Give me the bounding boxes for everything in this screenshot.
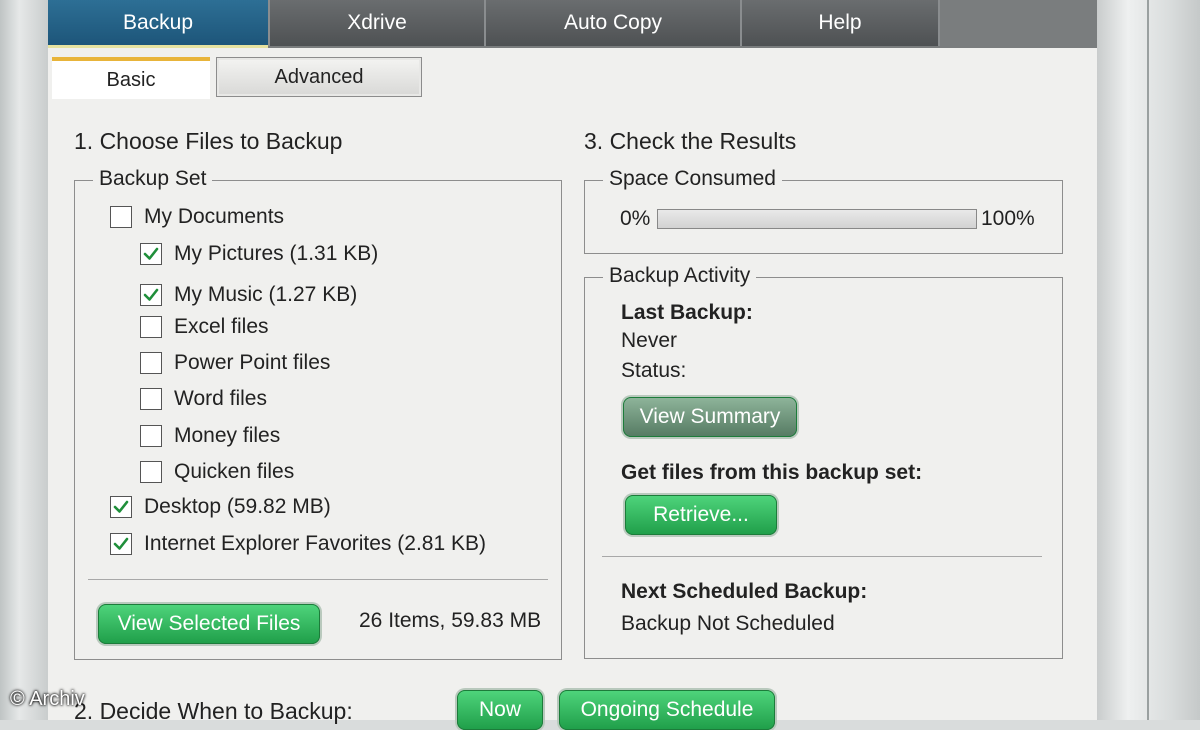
checkbox[interactable] — [110, 533, 132, 555]
get-files-title: Get files from this backup set: — [621, 461, 923, 484]
window-frame-right — [1097, 0, 1200, 720]
backup-item-row[interactable]: My Documents — [110, 203, 284, 231]
checkbox[interactable] — [140, 316, 162, 338]
ongoing-schedule-button[interactable]: Ongoing Schedule — [559, 690, 775, 730]
next-scheduled-title: Next Scheduled Backup: — [621, 580, 868, 603]
backup-item-label: Quicken files — [174, 460, 295, 483]
backup-item-row[interactable]: Internet Explorer Favorites (2.81 KB) — [110, 530, 486, 558]
status-label: Status: — [621, 359, 687, 382]
tab-backup-label: Backup — [122, 11, 194, 34]
activity-divider — [602, 556, 1042, 557]
window-frame-left — [0, 0, 48, 720]
subtab-basic[interactable]: Basic — [52, 57, 210, 99]
view-summary-button[interactable]: View Summary — [623, 397, 797, 437]
decide-when-heading: 2. Decide When to Backup: — [74, 698, 353, 724]
tab-help[interactable]: Help — [742, 0, 940, 46]
space-consumed-progress-bar — [657, 209, 977, 229]
progress-min-label: 0% — [620, 207, 651, 230]
backup-item-row[interactable]: Money files — [140, 422, 280, 450]
backup-item-row[interactable]: Desktop (59.82 MB) — [110, 493, 331, 521]
backup-item-row[interactable]: Power Point files — [140, 349, 330, 377]
top-tab-bar: Backup Xdrive Auto Copy Help — [48, 0, 1097, 48]
backup-item-label: Excel files — [174, 315, 269, 338]
tab-backup[interactable]: Backup — [48, 0, 270, 48]
subtab-advanced[interactable]: Advanced — [216, 57, 422, 97]
copyright-watermark: © Archiv — [10, 688, 85, 710]
backup-activity-legend: Backup Activity — [603, 264, 757, 288]
checkmark-icon — [143, 288, 159, 301]
checkbox[interactable] — [140, 425, 162, 447]
backup-item-row[interactable]: My Pictures (1.31 KB) — [140, 240, 378, 268]
checkmark-icon — [143, 247, 159, 260]
checkbox[interactable] — [110, 206, 132, 228]
checkbox[interactable] — [140, 388, 162, 410]
subtab-basic-label: Basic — [106, 69, 156, 91]
backup-item-label: Internet Explorer Favorites (2.81 KB) — [144, 532, 486, 555]
check-results-heading: 3. Check the Results — [584, 128, 797, 154]
retrieve-label: Retrieve... — [653, 503, 749, 526]
next-scheduled-value: Backup Not Scheduled — [621, 612, 835, 635]
retrieve-button[interactable]: Retrieve... — [625, 495, 777, 535]
ongoing-schedule-label: Ongoing Schedule — [580, 698, 754, 721]
choose-files-heading: 1. Choose Files to Backup — [74, 128, 343, 154]
backup-item-label: My Pictures (1.31 KB) — [174, 242, 379, 265]
backup-set-legend: Backup Set — [93, 167, 213, 191]
subtab-advanced-label: Advanced — [274, 66, 364, 88]
checkmark-icon — [113, 500, 129, 513]
space-consumed-legend: Space Consumed — [603, 167, 782, 191]
tab-xdrive-label: Xdrive — [347, 11, 407, 34]
checkbox[interactable] — [140, 352, 162, 374]
checkbox[interactable] — [140, 461, 162, 483]
backup-item-row[interactable]: Word files — [140, 385, 267, 413]
backup-set-divider — [88, 579, 548, 580]
tab-auto-copy-label: Auto Copy — [563, 11, 663, 34]
view-selected-files-label: View Selected Files — [117, 612, 301, 635]
backup-now-button[interactable]: Now — [457, 690, 543, 730]
selection-summary: 26 Items, 59.83 MB — [359, 609, 542, 632]
checkbox[interactable] — [110, 496, 132, 518]
progress-max-label: 100% — [981, 207, 1035, 230]
tab-help-label: Help — [818, 11, 862, 34]
backup-item-label: Word files — [174, 387, 267, 410]
backup-now-label: Now — [478, 698, 521, 721]
backup-item-row[interactable]: Excel files — [140, 313, 269, 341]
backup-item-row[interactable]: Quicken files — [140, 458, 294, 486]
backup-item-label: My Documents — [144, 205, 285, 228]
backup-item-label: Desktop (59.82 MB) — [144, 495, 331, 518]
last-backup-value: Never — [621, 329, 678, 352]
view-selected-files-button[interactable]: View Selected Files — [98, 604, 320, 644]
checkbox[interactable] — [140, 284, 162, 306]
tab-xdrive[interactable]: Xdrive — [270, 0, 486, 46]
last-backup-title: Last Backup: — [621, 301, 753, 324]
backup-item-label: Money files — [174, 424, 281, 447]
backup-item-row[interactable]: My Music (1.27 KB) — [140, 281, 357, 309]
backup-item-label: My Music (1.27 KB) — [174, 283, 358, 306]
tab-auto-copy[interactable]: Auto Copy — [486, 0, 742, 46]
backup-item-label: Power Point files — [174, 351, 331, 374]
checkbox[interactable] — [140, 243, 162, 265]
view-summary-label: View Summary — [639, 405, 781, 428]
checkmark-icon — [113, 537, 129, 550]
